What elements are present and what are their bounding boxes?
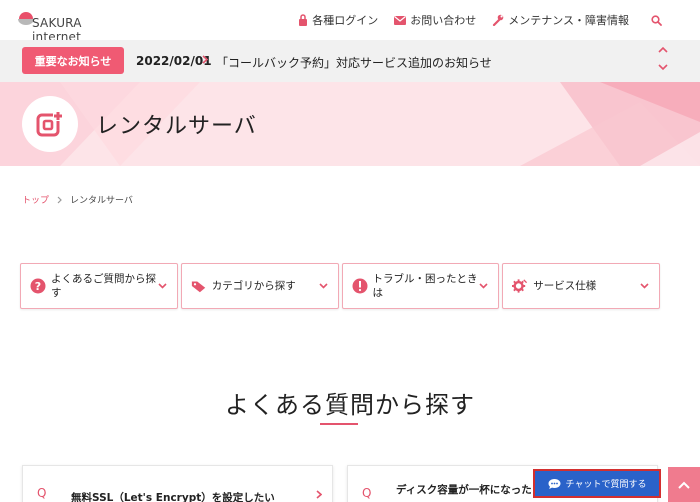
chevron-down-icon	[318, 283, 328, 289]
chevron-right-icon	[57, 196, 62, 203]
faq-title: 無料SSL（Let's Encrypt）を設定したい	[71, 492, 275, 502]
nav-login-link[interactable]: 各種ログイン	[298, 12, 378, 28]
hero-icon	[22, 96, 78, 152]
question-mark-label: Q	[362, 486, 372, 500]
faq-card[interactable]: Q 無料SSL（Let's Encrypt）を設定したい	[22, 465, 333, 502]
category-trouble-button[interactable]: トラブル・困ったときは	[341, 263, 500, 309]
sakura-logo[interactable]: SAKURA internet	[16, 6, 126, 44]
chat-button[interactable]: チャットで質問する	[533, 469, 661, 498]
category-tag-button[interactable]: カテゴリから探す	[180, 263, 339, 309]
chevron-down-icon	[158, 283, 167, 289]
nav-contact-link[interactable]: お問い合わせ	[394, 12, 476, 28]
category-nav: ? よくあるご質問から探す カテゴリから探す トラブル・困ったときは サービス仕…	[20, 263, 660, 309]
question-mark-label: Q	[37, 486, 47, 500]
chevron-up-icon	[678, 481, 690, 489]
chat-button-label: チャットで質問する	[565, 480, 647, 490]
breadcrumb-home-link[interactable]: トップ	[22, 193, 49, 206]
chevron-right-icon	[202, 55, 208, 64]
question-icon: ?	[30, 278, 46, 294]
notice-link[interactable]: 「コールバック予約」対応サービス追加のお知らせ	[216, 54, 492, 71]
breadcrumb: トップ レンタルサーバ	[22, 193, 133, 206]
chevron-down-icon	[640, 283, 649, 289]
server-app-icon	[36, 111, 63, 137]
section-divider	[320, 423, 358, 425]
chevron-down-icon	[479, 283, 488, 289]
mail-icon	[394, 15, 407, 25]
nav-maintenance-link[interactable]: メンテナンス・障害情報	[492, 12, 629, 28]
page-hero: レンタルサーバ	[0, 82, 700, 166]
chevron-right-icon	[316, 490, 322, 499]
wrench-icon	[493, 14, 504, 26]
search-icon	[651, 14, 662, 26]
category-faq-label: よくあるご質問から探す	[51, 273, 156, 299]
notice-bar: 重要なお知らせ 2022/02/01 「コールバック予約」対応サービス追加のお知…	[0, 40, 700, 82]
category-faq-button[interactable]: ? よくあるご質問から探す	[20, 263, 178, 309]
nav-login-label: 各種ログイン	[312, 14, 379, 27]
important-notice-badge[interactable]: 重要なお知らせ	[22, 47, 124, 74]
nav-maintenance-label: メンテナンス・障害情報	[508, 14, 629, 27]
breadcrumb-current: レンタルサーバ	[70, 196, 133, 206]
faq-title: ディスク容量が一杯になった	[396, 484, 532, 496]
category-trouble-label: トラブル・困ったときは	[372, 273, 478, 299]
alert-icon	[352, 278, 367, 294]
category-tag-label: カテゴリから探す	[211, 280, 296, 292]
section-title: よくある質問から探す	[225, 391, 475, 419]
site-header: SAKURA internet 各種ログイン お問い合わせ メンテナンス・障害情…	[0, 0, 700, 44]
page-top-button[interactable]	[668, 467, 700, 502]
chevron-down-icon[interactable]	[658, 64, 668, 71]
svg-text:?: ?	[35, 280, 41, 293]
page-title: レンタルサーバ	[96, 114, 257, 139]
lock-icon	[299, 14, 308, 26]
chat-bubble-icon	[548, 478, 561, 489]
gear-icon	[512, 279, 528, 293]
chevron-up-icon[interactable]	[658, 46, 668, 53]
nav-contact-label: お問い合わせ	[410, 14, 477, 27]
header-nav: 各種ログイン お問い合わせ メンテナンス・障害情報	[298, 0, 700, 40]
category-spec-button[interactable]: サービス仕様	[502, 263, 660, 309]
tag-icon	[191, 281, 205, 293]
category-spec-label: サービス仕様	[533, 280, 597, 292]
header-search-button[interactable]	[651, 14, 666, 26]
notice-date: 2022/02/01	[136, 54, 212, 68]
